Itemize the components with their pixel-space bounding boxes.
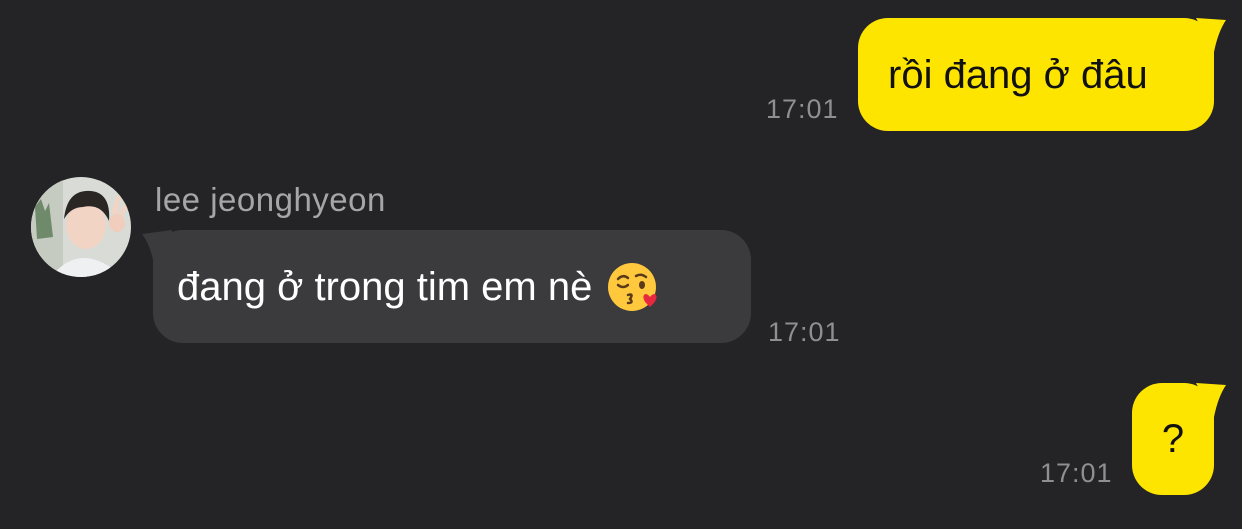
message-text: đang ở trong tim em nè xyxy=(177,264,593,309)
chat-window: 17:01 rồi đang ở đâu lee jeonghyeon đang… xyxy=(0,0,1242,529)
outgoing-bubble[interactable]: rồi đang ở đâu xyxy=(858,18,1214,131)
sender-name: lee jeonghyeon xyxy=(155,181,386,218)
avatar-photo xyxy=(31,177,131,277)
bubble-tail xyxy=(1196,18,1226,52)
message-timestamp: 17:01 xyxy=(1040,458,1113,488)
bubble-tail xyxy=(1196,383,1226,417)
face-blowing-a-kiss-icon xyxy=(608,262,657,311)
avatar[interactable] xyxy=(31,177,131,277)
message-timestamp: 17:01 xyxy=(766,94,839,124)
incoming-bubble[interactable]: đang ở trong tim em nè xyxy=(153,230,751,343)
message-text: ? xyxy=(1161,417,1185,461)
message-text: rồi đang ở đâu xyxy=(888,52,1148,97)
message-timestamp: 17:01 xyxy=(768,317,841,347)
